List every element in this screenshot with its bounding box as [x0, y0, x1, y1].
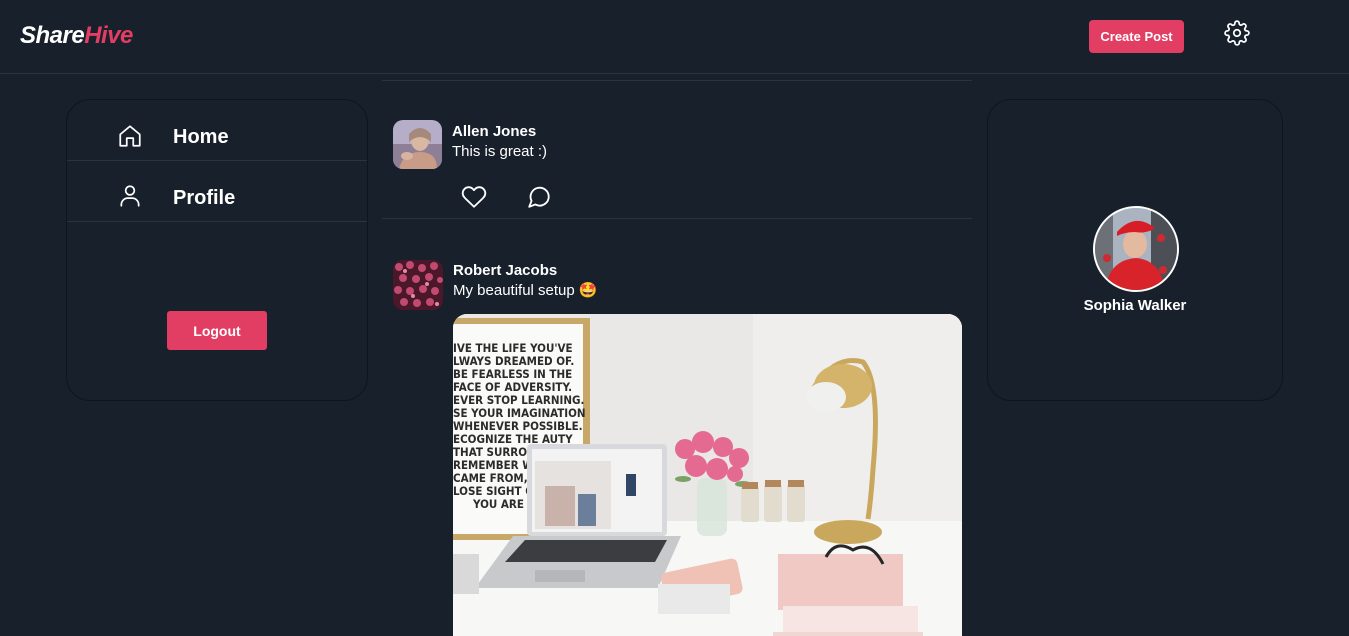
post-card: Robert Jacobs My beautiful setup 🤩 IVE T…	[382, 219, 972, 636]
create-post-button[interactable]: Create Post	[1089, 20, 1184, 53]
user-icon	[120, 185, 140, 207]
app-logo[interactable]: ShareHive	[20, 22, 133, 50]
sidebar-item-label: Profile	[173, 187, 236, 209]
post-author[interactable]: Allen Jones	[452, 123, 536, 140]
heart-icon[interactable]	[461, 184, 487, 210]
poster-line: FACE OF ADVERSITY.	[453, 380, 572, 394]
sidebar-card: Home Profile Logout	[66, 99, 368, 401]
sidebar-item-home[interactable]: Home	[67, 100, 367, 161]
avatar[interactable]	[1093, 206, 1179, 292]
desk-setup-photo: IVE THE LIFE YOU'VE LWAYS DREAMED OF. BE…	[453, 314, 962, 636]
comment-icon[interactable]	[526, 184, 552, 210]
post-image[interactable]: IVE THE LIFE YOU'VE LWAYS DREAMED OF. BE…	[453, 314, 962, 636]
poster-line: WHENEVER POSSIBLE.	[453, 419, 583, 433]
sidebar-item-label: Home	[173, 126, 229, 148]
avatar[interactable]	[393, 120, 442, 169]
post-author[interactable]: Robert Jacobs	[453, 262, 557, 279]
gear-icon[interactable]	[1224, 20, 1250, 46]
poster-line: BE FEARLESS IN THE	[453, 367, 572, 381]
post-text: My beautiful setup 🤩	[453, 282, 598, 299]
post-text: This is great :)	[452, 143, 548, 160]
post-feed[interactable]: Allen Jones This is great :) Robert Jaco…	[382, 74, 972, 636]
avatar[interactable]	[393, 260, 443, 310]
top-header: ShareHive Create Post	[0, 0, 1349, 74]
poster-line: LWAYS DREAMED OF.	[453, 354, 574, 368]
poster-line: IVE THE LIFE YOU'VE	[453, 341, 573, 355]
profile-name[interactable]: Sophia Walker	[988, 297, 1282, 314]
poster-line: SE YOUR IMAGINATION	[453, 406, 586, 420]
logo-hive-text: Hive	[84, 22, 133, 49]
sidebar-item-profile[interactable]: Profile	[67, 161, 367, 222]
post-card: Allen Jones This is great :)	[382, 81, 972, 219]
logo-share-text: Share	[20, 22, 85, 49]
logout-button[interactable]: Logout	[167, 311, 267, 350]
poster-line: EVER STOP LEARNING.	[453, 393, 584, 407]
poster-line: ECOGNIZE THE AUTY	[453, 432, 573, 446]
home-icon	[119, 125, 141, 147]
profile-card: Sophia Walker	[987, 99, 1283, 401]
